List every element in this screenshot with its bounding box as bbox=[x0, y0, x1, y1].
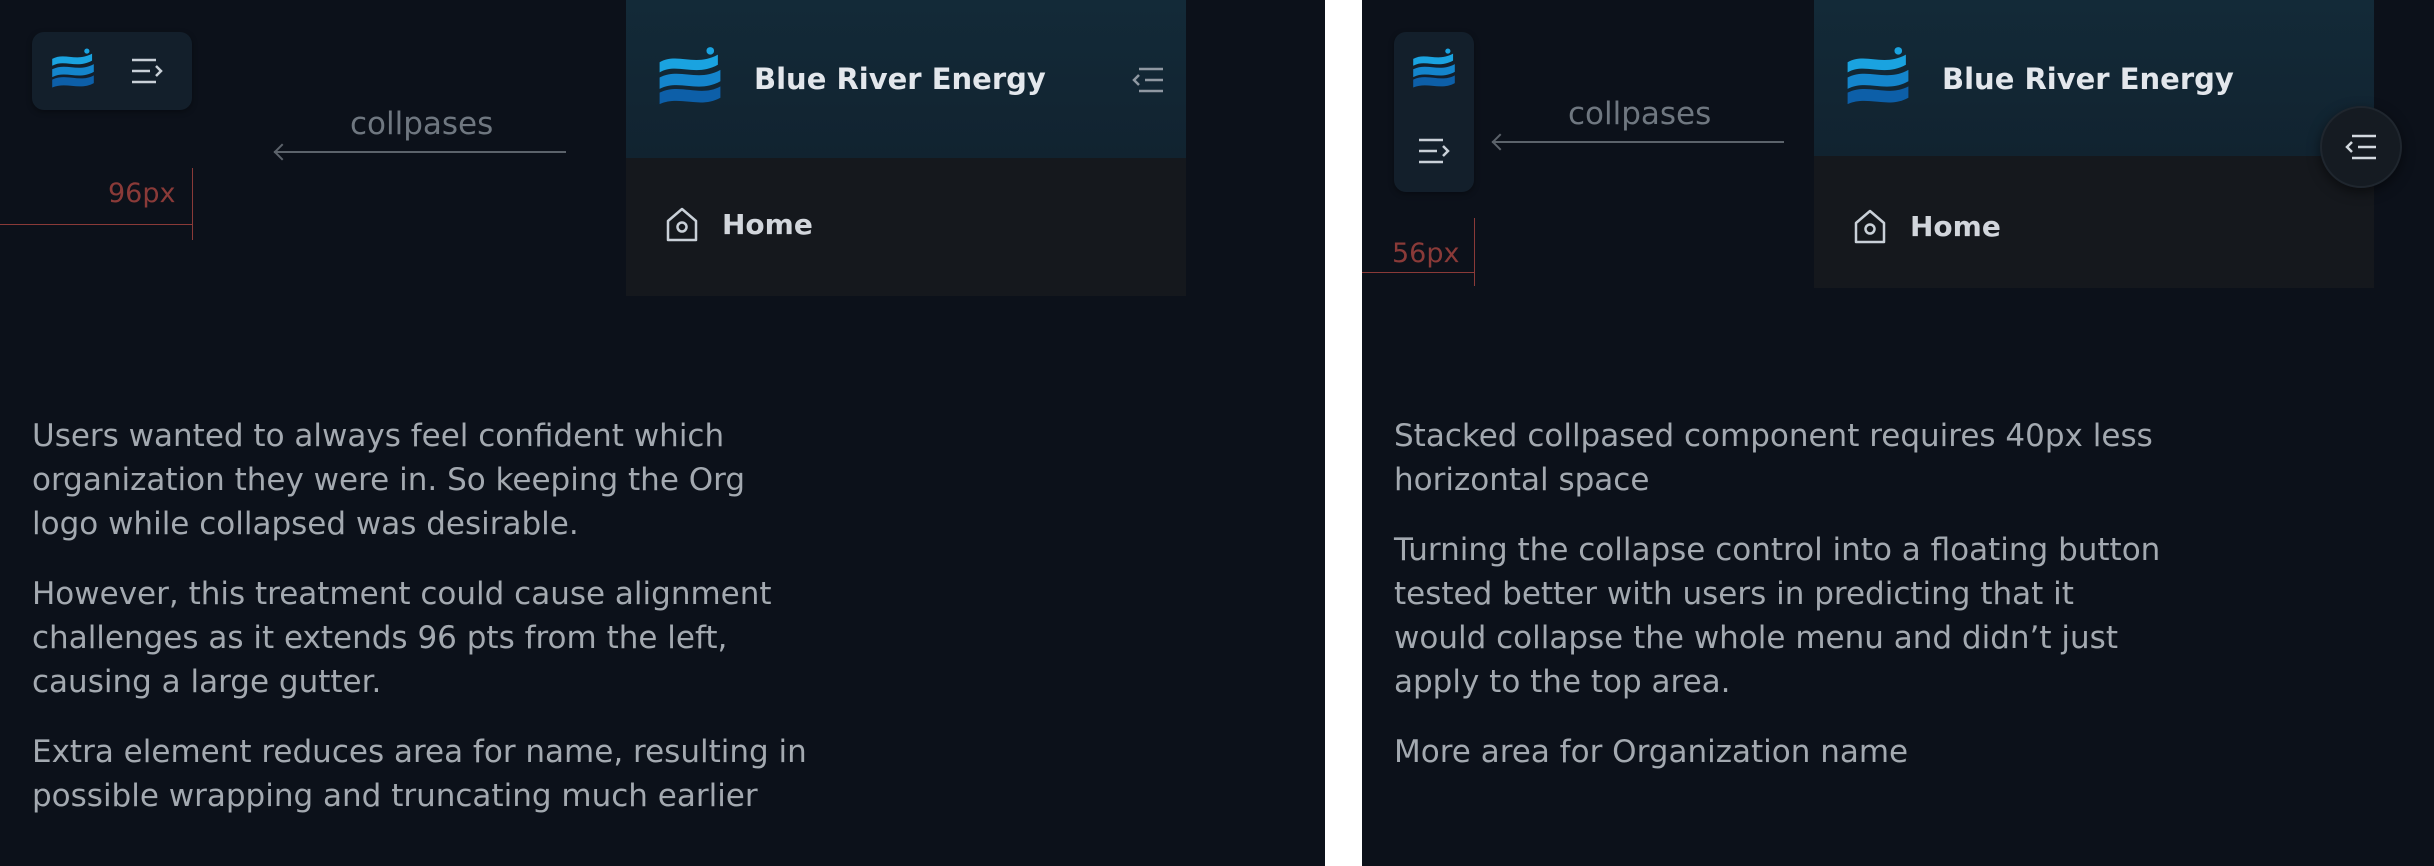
width-measure-line bbox=[0, 224, 192, 225]
width-measure-label: 96px bbox=[108, 178, 176, 209]
description-paragraph-3: Extra element reduces area for name, res… bbox=[32, 734, 807, 814]
blue-river-logo-icon bbox=[1847, 47, 1909, 105]
blue-river-logo-icon bbox=[659, 47, 721, 105]
nav-item-home[interactable]: Home bbox=[1814, 190, 2374, 266]
nav-item-home-label: Home bbox=[1910, 210, 2001, 243]
home-icon-wrap bbox=[662, 204, 702, 244]
description-paragraph-3: More area for Organization name bbox=[1394, 734, 1909, 770]
collapse-annotation-arrow bbox=[1492, 141, 1784, 143]
collapse-menu-icon bbox=[1132, 67, 1163, 93]
collapse-menu-button[interactable] bbox=[1126, 58, 1170, 102]
expanded-nav-card: Blue River Energy Home bbox=[626, 0, 1186, 296]
floating-collapse-button[interactable] bbox=[2320, 106, 2402, 188]
collapse-annotation-label: collpases bbox=[350, 106, 494, 142]
org-name: Blue River Energy bbox=[1942, 62, 2234, 96]
org-logo bbox=[1407, 44, 1461, 98]
description-paragraph-1: Users wanted to always feel confident wh… bbox=[32, 418, 746, 542]
collapse-annotation-arrowhead bbox=[273, 143, 291, 161]
collapse-annotation-arrowhead bbox=[1491, 133, 1509, 151]
option-a-panel: collpases 96px Blue River Energy Home Us… bbox=[0, 0, 1325, 866]
width-measure-label: 56px bbox=[1392, 238, 1460, 269]
width-measure-line bbox=[1362, 272, 1474, 273]
collapse-menu-icon bbox=[2345, 134, 2376, 160]
description-paragraph-1: Stacked collpased component requires 40p… bbox=[1394, 418, 2153, 498]
option-b-panel: collpases 56px Blue River Energy Home St… bbox=[1362, 0, 2434, 866]
blue-river-logo-icon bbox=[52, 48, 94, 88]
nav-item-home-label: Home bbox=[722, 208, 813, 241]
home-icon bbox=[1854, 209, 1886, 244]
description-paragraph-2: However, this treatment could cause alig… bbox=[32, 576, 772, 700]
nav-body: Home bbox=[1814, 156, 2374, 288]
collapse-annotation-arrow bbox=[274, 151, 566, 153]
expand-menu-icon bbox=[132, 58, 163, 84]
org-logo bbox=[652, 42, 728, 118]
width-measure-tick bbox=[1474, 218, 1475, 286]
nav-item-home[interactable]: Home bbox=[626, 188, 1186, 264]
collapsed-nav-pill bbox=[32, 32, 192, 110]
blue-river-logo-icon bbox=[1413, 48, 1455, 88]
description-paragraph-2: Turning the collapse control into a floa… bbox=[1394, 532, 2161, 700]
stacked-collapsed-nav-pill bbox=[1394, 32, 1474, 192]
nav-body: Home bbox=[626, 158, 1186, 296]
home-icon-wrap bbox=[1850, 206, 1890, 246]
collapse-annotation-label: collpases bbox=[1568, 96, 1712, 132]
nav-header: Blue River Energy bbox=[1814, 0, 2374, 156]
width-measure-tick bbox=[192, 168, 193, 240]
org-logo bbox=[1840, 42, 1916, 118]
expand-menu-icon bbox=[1419, 138, 1450, 164]
org-name: Blue River Energy bbox=[754, 62, 1046, 96]
home-icon bbox=[666, 207, 698, 242]
expanded-nav-card: Blue River Energy Home bbox=[1814, 0, 2374, 288]
org-logo bbox=[46, 44, 100, 98]
expand-menu-button[interactable] bbox=[124, 48, 170, 94]
nav-header: Blue River Energy bbox=[626, 0, 1186, 158]
expand-menu-button[interactable] bbox=[1411, 128, 1457, 174]
